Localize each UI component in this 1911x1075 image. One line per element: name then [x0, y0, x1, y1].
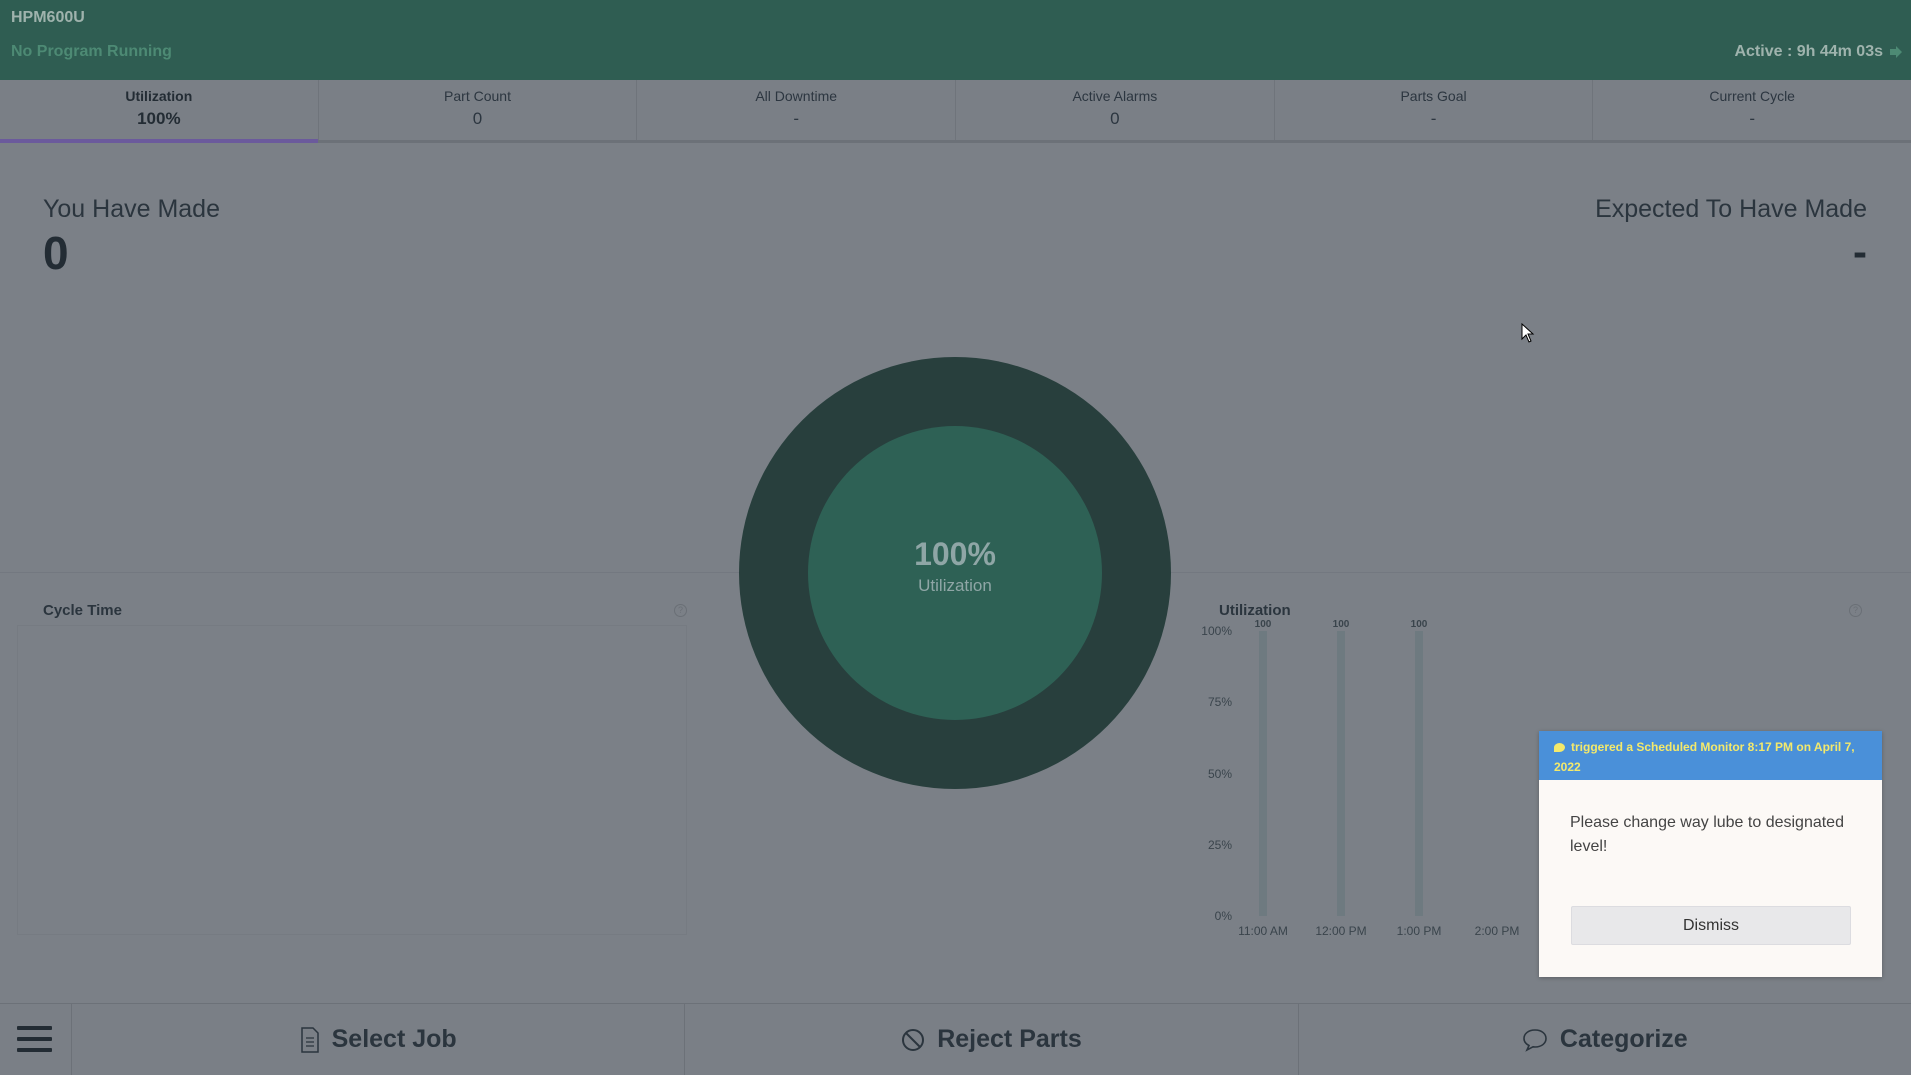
program-status: No Program Running — [11, 43, 172, 60]
y-tick-label: 50% — [1207, 766, 1232, 781]
cycle-time-title: Cycle Time — [43, 602, 122, 619]
active-time: Active : 9h 44m 03s — [1734, 43, 1883, 60]
x-tick-label: 1:00 PM — [1396, 924, 1442, 938]
bar-data-label: 100 — [1410, 619, 1428, 630]
prohibited-icon — [902, 1028, 925, 1051]
tab-value: - — [793, 109, 800, 128]
y-tick-label: 100% — [1201, 624, 1232, 638]
notification-message: Please change way lube to designated lev… — [1570, 814, 1844, 855]
tab-active-alarms[interactable]: Active Alarms 0 — [956, 80, 1275, 140]
y-tick-label: 75% — [1207, 695, 1232, 710]
tab-value: - — [1749, 109, 1756, 128]
utilization-donut: 100% Utilization — [739, 357, 1171, 789]
categorize-label: Categorize — [1559, 1025, 1688, 1053]
y-tick-label: 0% — [1214, 909, 1232, 923]
utilization-bar-chart: 100% 75% 50% 25% 0% 100 11:00 AM 100 12:00 PM 100… — [1200, 619, 1550, 940]
hamburger-menu-icon[interactable] — [0, 1004, 72, 1075]
reject-parts-button[interactable]: Reject Parts — [685, 1004, 1299, 1075]
tab-label: Current Cycle — [1709, 88, 1795, 104]
donut-value: 100% — [914, 536, 996, 572]
tab-label: Active Alarms — [1072, 88, 1158, 104]
dismiss-button[interactable]: Dismiss — [1571, 906, 1851, 945]
monitor-notification: triggered a Scheduled Monitor 8:17 PM on… — [1539, 731, 1882, 977]
select-job-label: Select Job — [331, 1025, 457, 1053]
select-job-button[interactable]: Select Job — [72, 1004, 686, 1075]
tab-label: Utilization — [125, 88, 193, 104]
tab-label: Part Count — [444, 88, 511, 104]
tab-label: Parts Goal — [1400, 88, 1467, 104]
help-circle-icon[interactable]: ? — [1849, 604, 1862, 617]
tab-label: All Downtime — [755, 88, 838, 104]
expected-label: Expected To Have Made — [1595, 195, 1867, 223]
made-value: 0 — [43, 227, 69, 279]
tab-utilization[interactable]: Utilization 100% — [0, 80, 319, 143]
x-tick-label: 12:00 PM — [1315, 924, 1367, 938]
reject-parts-label: Reject Parts — [937, 1025, 1082, 1053]
utilization-bar[interactable] — [1415, 631, 1423, 916]
document-icon — [300, 1026, 319, 1053]
y-tick-label: 25% — [1207, 837, 1232, 852]
metric-tabs: Utilization 100% Part Count 0 All Downti… — [0, 80, 1911, 143]
tab-part-count[interactable]: Part Count 0 — [319, 80, 638, 140]
donut-center: 100% Utilization — [808, 426, 1102, 720]
categorize-button[interactable]: Categorize — [1299, 1004, 1911, 1075]
running-icon — [1890, 46, 1902, 58]
utilization-chart-title: Utilization — [1219, 602, 1291, 619]
tab-value: 0 — [472, 109, 483, 128]
bar-data-label: 100 — [1332, 619, 1350, 630]
bar-data-label: 100 — [1254, 619, 1272, 630]
tab-value: - — [1430, 109, 1437, 128]
tab-all-downtime[interactable]: All Downtime - — [637, 80, 957, 140]
bottom-action-bar: Select Job Reject Parts Categorize — [0, 1003, 1911, 1075]
made-label: You Have Made — [43, 195, 220, 223]
x-tick-label: 2:00 PM — [1474, 924, 1520, 938]
tab-value: 100% — [137, 109, 181, 128]
notification-header: triggered a Scheduled Monitor 8:17 PM on… — [1539, 731, 1882, 780]
speech-bubble-icon — [1523, 1028, 1547, 1052]
utilization-bar[interactable] — [1337, 631, 1345, 916]
mouse-cursor-icon — [1521, 323, 1535, 343]
expected-value: - — [1853, 228, 1867, 275]
notification-header-text: triggered a Scheduled Monitor 8:17 PM on… — [1554, 740, 1855, 774]
tab-parts-goal[interactable]: Parts Goal - — [1275, 80, 1594, 140]
x-tick-label: 11:00 AM — [1238, 924, 1288, 938]
utilization-bar[interactable] — [1259, 631, 1267, 916]
machine-name: HPM600U — [11, 9, 85, 26]
help-circle-icon[interactable]: ? — [674, 604, 687, 617]
tab-current-cycle[interactable]: Current Cycle - — [1593, 80, 1911, 140]
app-header: HPM600U No Program Running Active : 9h 4… — [0, 0, 1911, 80]
cycle-time-chart — [17, 625, 687, 935]
tab-value: 0 — [1110, 109, 1120, 128]
chat-icon — [1554, 743, 1565, 752]
donut-label: Utilization — [918, 576, 992, 595]
